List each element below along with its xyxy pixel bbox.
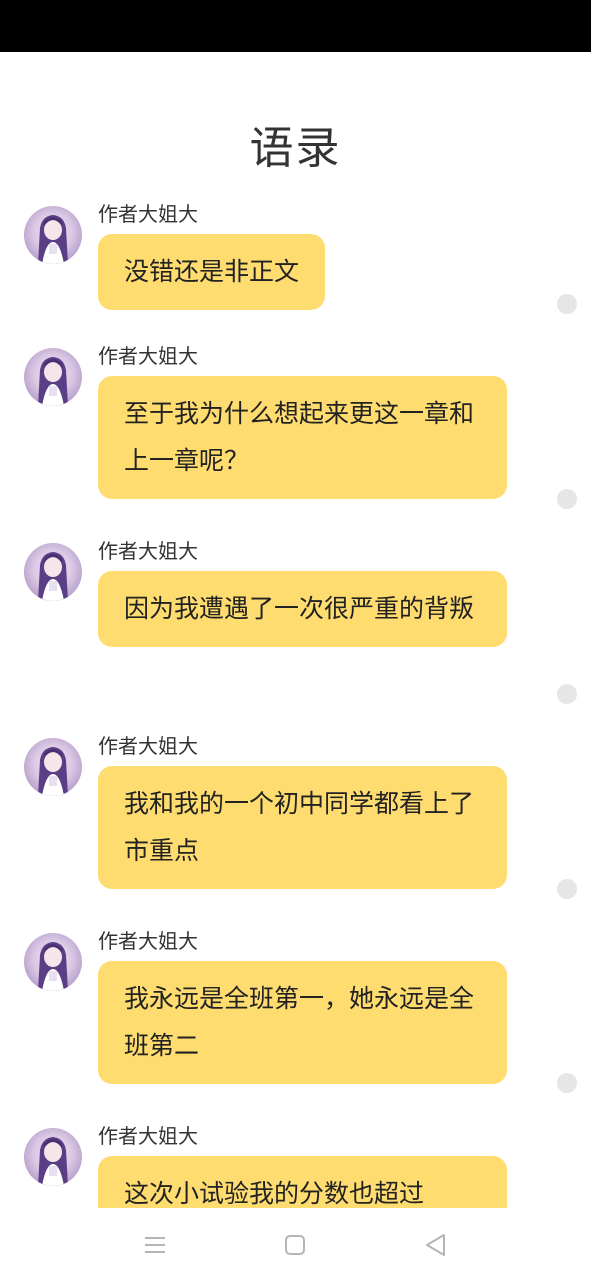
author-name: 作者大姐大 [98,929,198,953]
message-bubble[interactable]: 这次小试验我的分数也超过 [98,1156,507,1208]
author-name: 作者大姐大 [98,202,198,226]
avatar-icon[interactable] [24,206,82,264]
page-title: 语录 [249,123,342,174]
side-dot [557,879,577,899]
message-bubble[interactable]: 我永远是全班第一，她永远是全班第二 [98,961,507,1084]
message-bubble[interactable]: 因为我遭遇了一次很严重的背叛 [98,571,507,647]
message-list[interactable]: 语录 作者大姐大 没错还是非正文 作者大姐大 至于我为什么想起来更这一章和上一章… [0,0,591,1208]
side-dot [557,684,577,704]
square-home-icon[interactable] [280,1230,310,1260]
avatar-icon[interactable] [24,738,82,796]
message-bubble[interactable]: 没错还是非正文 [98,234,326,310]
menu-lines-icon[interactable] [140,1230,170,1260]
avatar-icon[interactable] [24,933,82,991]
side-dot [557,1073,577,1093]
triangle-back-icon[interactable] [421,1230,451,1260]
author-name: 作者大姐大 [98,734,198,758]
message-bubble[interactable]: 至于我为什么想起来更这一章和上一章呢？ [98,376,507,499]
author-name: 作者大姐大 [98,539,198,563]
side-dot [557,294,577,314]
author-name: 作者大姐大 [98,1124,198,1148]
avatar-icon[interactable] [24,543,82,601]
avatar-icon[interactable] [24,1128,82,1186]
side-dot [557,489,577,509]
avatar-icon[interactable] [24,348,82,406]
message-bubble[interactable]: 我和我的一个初中同学都看上了市重点 [98,766,507,889]
author-name: 作者大姐大 [98,344,198,368]
system-nav-bar [0,1208,591,1280]
